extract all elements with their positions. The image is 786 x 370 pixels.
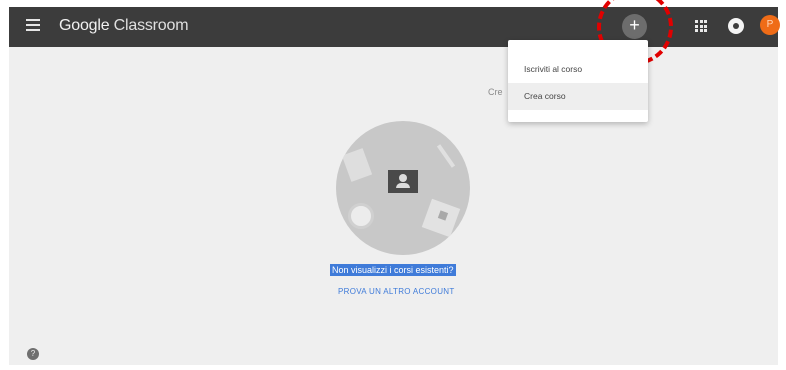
classroom-page: Google Classroom + P Cre Iscriviti al co… <box>9 0 780 365</box>
clock-shape <box>348 203 374 229</box>
pen-shape <box>436 144 456 168</box>
empty-state-illustration <box>336 121 470 255</box>
add-menu-dropdown: Iscriviti al corso Crea corso <box>508 40 648 122</box>
switch-account-link[interactable]: PROVA UN ALTRO ACCOUNT <box>338 287 455 297</box>
background-partial-label: Cre <box>488 87 503 97</box>
menu-item-join-class[interactable]: Iscriviti al corso <box>508 56 648 83</box>
paper-shape <box>341 148 373 182</box>
card-shape <box>421 198 461 238</box>
notifications-icon[interactable] <box>728 18 744 34</box>
menu-item-create-class[interactable]: Crea corso <box>508 83 648 110</box>
classroom-board-icon <box>388 170 418 193</box>
brand-classroom: Classroom <box>113 17 189 34</box>
apps-grid-icon[interactable] <box>695 20 707 32</box>
avatar[interactable]: P <box>760 15 780 35</box>
hamburger-menu-icon[interactable] <box>26 19 40 35</box>
brand-google: Google <box>59 17 110 34</box>
help-icon[interactable]: ? <box>27 348 39 360</box>
app-title[interactable]: Google Classroom <box>59 17 189 35</box>
selected-text: Non visualizzi i corsi esistenti? <box>330 264 456 276</box>
